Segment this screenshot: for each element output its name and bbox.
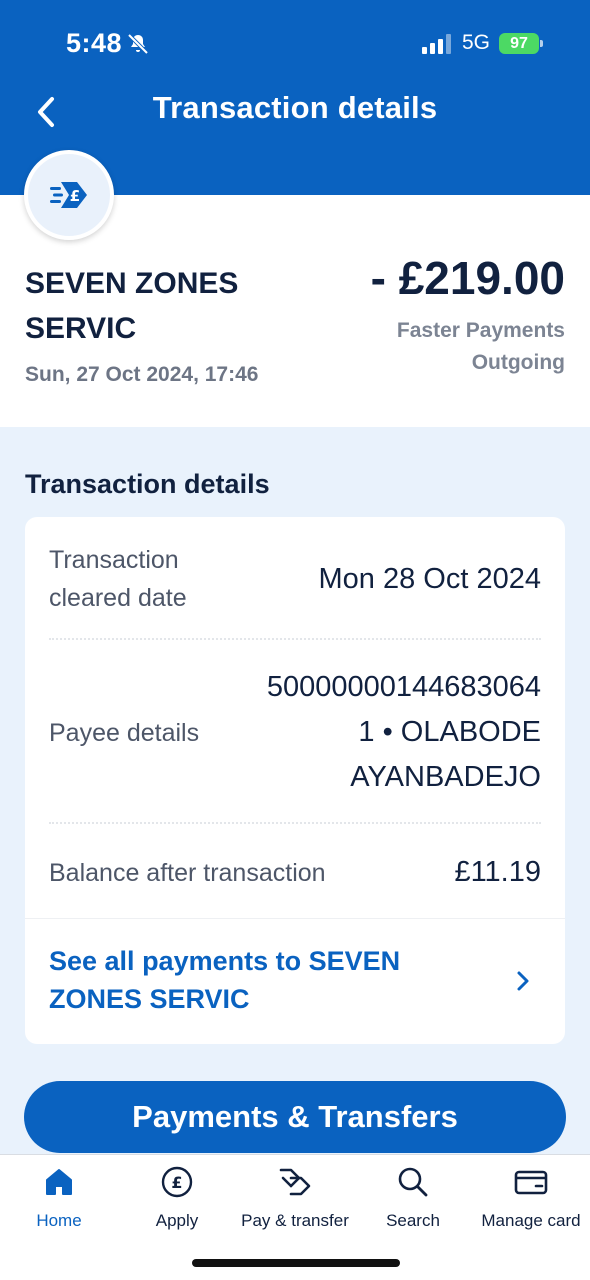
cleared-date-row: Transaction cleared date Mon 28 Oct 2024 xyxy=(49,541,541,617)
transaction-datetime: Sun, 27 Oct 2024, 17:46 xyxy=(25,363,259,386)
svg-text:£: £ xyxy=(70,187,80,205)
transfer-icon xyxy=(279,1168,311,1196)
details-card: Transaction cleared date Mon 28 Oct 2024… xyxy=(25,517,565,1044)
nav-home[interactable]: Home xyxy=(0,1165,118,1231)
details-heading: Transaction details xyxy=(25,469,270,499)
see-all-line: ZONES SERVIC xyxy=(49,984,250,1014)
nav-pay-transfer[interactable]: Pay & transfer xyxy=(236,1165,354,1231)
payment-method-type: Faster Payments xyxy=(396,319,565,342)
chevron-left-icon xyxy=(38,97,54,127)
search-icon xyxy=(398,1167,428,1197)
nav-search-label: Search xyxy=(386,1211,440,1230)
nav-manage-card-label: Manage card xyxy=(481,1211,581,1230)
cleared-date-label-line: cleared date xyxy=(49,584,187,612)
payee-details-value: 50000000144683064 1 • OLABODE AYANBADEJO xyxy=(267,665,541,800)
network-type: 5G xyxy=(462,31,491,54)
nav-manage-card[interactable]: Manage card xyxy=(472,1165,590,1231)
nav-apply[interactable]: £ Apply xyxy=(118,1165,236,1231)
status-bar: 5:48 5G 97 xyxy=(0,0,590,90)
card-icon xyxy=(514,1170,548,1195)
row-divider xyxy=(49,822,541,824)
payee-details-label: Payee details xyxy=(49,719,200,747)
payments-transfers-button[interactable]: Payments & Transfers xyxy=(24,1081,566,1153)
payee-account-number: 50000000144683064 xyxy=(266,671,541,703)
payee-name-line: AYANBADEJO xyxy=(350,761,541,793)
page-title: Transaction details xyxy=(152,90,438,125)
balance-row: Balance after transaction £11.19 xyxy=(49,850,541,895)
svg-text:£: £ xyxy=(171,1173,182,1192)
balance-label: Balance after transaction xyxy=(49,859,326,887)
card-divider xyxy=(25,918,565,919)
payment-method: Faster Payments Outgoing xyxy=(397,315,565,379)
nav-search[interactable]: Search xyxy=(354,1165,472,1231)
nav-apply-label: Apply xyxy=(155,1211,199,1230)
cellular-signal-icon xyxy=(422,34,451,54)
transaction-type-badge: £ xyxy=(24,150,114,240)
payee-details-row: Payee details 50000000144683064 1 • OLAB… xyxy=(49,665,541,800)
chevron-right-icon xyxy=(517,971,529,991)
status-time: 5:48 xyxy=(66,28,123,58)
nav-home-label: Home xyxy=(36,1211,82,1230)
payment-direction: Outgoing xyxy=(471,351,565,374)
cleared-date-label-line: Transaction xyxy=(49,546,179,574)
pound-circle-icon: £ xyxy=(161,1166,193,1198)
see-all-line: See all payments to SEVEN xyxy=(49,946,401,976)
see-all-payments-text: See all payments to SEVEN ZONES SERVIC xyxy=(49,942,449,1018)
balance-value: £11.19 xyxy=(454,856,541,888)
bell-muted-icon xyxy=(127,33,149,55)
row-divider xyxy=(49,638,541,640)
home-indicator[interactable] xyxy=(192,1259,400,1267)
transaction-amount: - £219.00 xyxy=(370,252,565,304)
cleared-date-label: Transaction cleared date xyxy=(49,541,187,617)
battery-level: 97 xyxy=(510,34,528,52)
payee-name-line: 1 • OLABODE xyxy=(358,716,541,748)
nav-pay-transfer-label: Pay & transfer xyxy=(241,1211,349,1230)
faster-payment-pound-icon: £ xyxy=(50,182,87,208)
battery-indicator: 97 xyxy=(499,33,543,54)
back-button[interactable] xyxy=(26,90,66,134)
payee-name: SEVEN ZONES SERVIC xyxy=(25,267,239,345)
home-icon xyxy=(46,1169,72,1195)
cleared-date-value: Mon 28 Oct 2024 xyxy=(318,563,541,595)
